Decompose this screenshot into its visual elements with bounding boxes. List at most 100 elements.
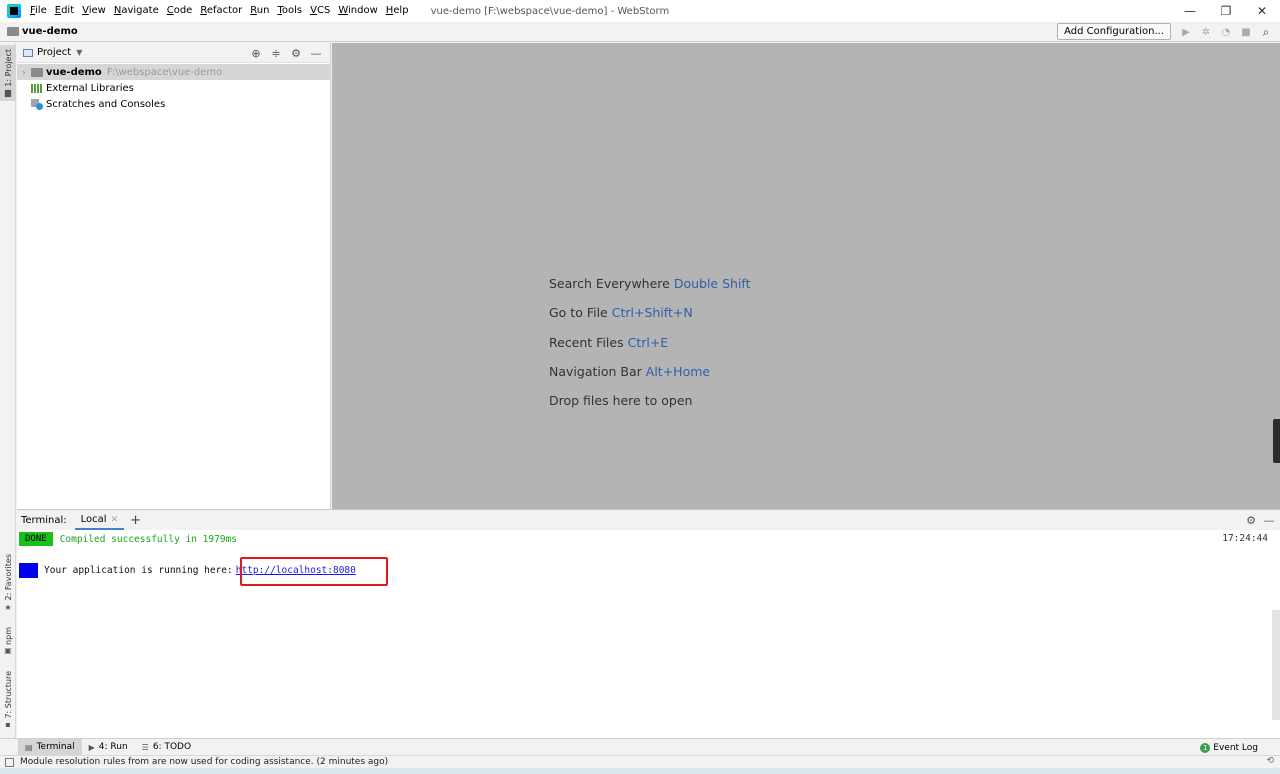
menu-refactor[interactable]: Refactor [200, 0, 242, 22]
close-icon[interactable]: ✕ [111, 515, 119, 525]
chevron-right-icon[interactable]: › [17, 68, 31, 77]
menu-tools[interactable]: Tools [277, 0, 302, 22]
menu-vcs[interactable]: VCS [310, 0, 330, 22]
title-bar: File Edit View Navigate Code Refactor Ru… [0, 0, 1280, 22]
collapse-all-icon[interactable]: ≑ [266, 45, 286, 61]
stop-icon[interactable]: ■ [1236, 22, 1256, 42]
toggle-tool-windows-icon[interactable] [5, 757, 14, 767]
minimize-button[interactable]: — [1172, 0, 1208, 22]
hide-icon[interactable]: — [1260, 512, 1278, 528]
tree-item-label: Scratches and Consoles [46, 98, 166, 110]
info-badge [19, 562, 38, 578]
hint-navigation-bar: Navigation Bar Alt+Home [549, 363, 711, 379]
tab-project-label: 1: Project [3, 48, 13, 87]
gear-icon[interactable]: ⚙ [1242, 512, 1260, 528]
event-log-icon: 1 [1200, 742, 1211, 753]
shortcut: Ctrl+E [627, 334, 669, 350]
navigation-bar: vue-demo Add Configuration... ▶ ✲ ◔ ■ ⌕ [0, 22, 1280, 42]
side-widget-handle[interactable] [1273, 419, 1280, 463]
project-panel: Project ▼ ⊕ ≑ ⚙ — › vue-demo F:\webspace… [17, 43, 331, 509]
terminal-panel: Terminal: Local ✕ + ⚙ — DONE Compiled suc… [17, 509, 1280, 738]
new-tab-plus-icon[interactable]: + [130, 513, 141, 528]
terminal-icon: ▤ [25, 742, 33, 752]
tab-structure-label: 7: Structure [3, 670, 13, 719]
tool-run[interactable]: ▶ 4: Run [82, 739, 135, 756]
status-message[interactable]: Module resolution rules from are now use… [20, 757, 388, 767]
bottom-tool-bar: ▤ Terminal ▶ 4: Run ☰ 6: TODO 1 Event Lo… [0, 738, 1280, 756]
chevron-down-icon[interactable]: ▼ [76, 48, 82, 57]
running-message: Your application is running here: [44, 564, 233, 576]
webstorm-logo-icon [7, 4, 21, 18]
menu-window[interactable]: Window [338, 0, 377, 22]
terminal-header: Terminal: Local ✕ + ⚙ — [17, 510, 1280, 530]
menu-file[interactable]: File [30, 0, 47, 22]
star-icon: ★ [4, 602, 12, 612]
hint-drop-files: Drop files here to open [549, 393, 693, 409]
gear-icon[interactable]: ⚙ [286, 45, 306, 61]
todo-icon: ☰ [141, 742, 149, 752]
menu-navigate[interactable]: Navigate [114, 0, 159, 22]
tab-local-label: Local [80, 514, 107, 525]
compiled-message: Compiled successfully in 1979ms [59, 533, 237, 545]
menu-run[interactable]: Run [250, 0, 269, 22]
tab-favorites-label: 2: Favorites [3, 554, 13, 601]
tool-terminal[interactable]: ▤ Terminal [18, 738, 82, 756]
tree-item-label: vue-demo [46, 66, 102, 78]
tab-npm-label: npm [3, 626, 13, 645]
tree-item-vue-demo[interactable]: › vue-demo F:\webspace\vue-demo [17, 64, 330, 80]
notifications-icon[interactable]: ⟲ [1266, 756, 1274, 766]
folder-icon [7, 27, 19, 36]
menu-edit[interactable]: Edit [55, 0, 74, 22]
shortcut: Alt+Home [645, 363, 711, 379]
project-tree: › vue-demo F:\webspace\vue-demo External… [17, 63, 330, 112]
terminal-tools: ⚙ — [1242, 512, 1278, 528]
add-configuration-button[interactable]: Add Configuration... [1057, 23, 1171, 40]
shortcut: Double Shift [673, 276, 751, 291]
editor-hints: Search Everywhere Double Shift Go to Fil… [549, 275, 751, 421]
project-view-icon [23, 48, 33, 57]
editor-empty-area[interactable]: Search Everywhere Double Shift Go to Fil… [332, 43, 1280, 509]
highlight-annotation [240, 557, 388, 586]
window-controls: — ❐ ✕ [1172, 0, 1280, 22]
compile-time: 17:24:44 [1222, 533, 1268, 544]
coverage-icon[interactable]: ◔ [1216, 22, 1236, 42]
breadcrumb-project[interactable]: vue-demo [22, 26, 78, 37]
search-icon[interactable]: ⌕ [1256, 22, 1276, 42]
left-tool-stripe: 1: Project ▆ 2: Favorites ★ npm ▣ 7: Str… [0, 43, 16, 738]
locate-icon[interactable]: ⊕ [246, 45, 266, 61]
compile-status-line: DONE Compiled successfully in 1979ms [19, 532, 237, 546]
tab-npm[interactable]: npm ▣ [0, 623, 16, 659]
tree-item-external-libraries[interactable]: External Libraries [17, 80, 330, 96]
taskbar-strip [0, 768, 1280, 774]
tab-local[interactable]: Local ✕ [74, 510, 125, 530]
hint-search-everywhere: Search Everywhere Double Shift [549, 276, 751, 291]
project-panel-tools: ⊕ ≑ ⚙ — [246, 45, 326, 61]
tool-run-label: 4: Run [98, 742, 128, 752]
project-panel-header: Project ▼ ⊕ ≑ ⚙ — [17, 43, 330, 63]
tab-structure[interactable]: 7: Structure ▪ [0, 669, 16, 731]
project-view-selector[interactable]: Project [37, 47, 71, 58]
menu-view[interactable]: View [82, 0, 106, 22]
tool-todo-label: 6: TODO [152, 742, 192, 752]
tab-favorites[interactable]: 2: Favorites ★ [0, 551, 16, 615]
tab-project[interactable]: 1: Project ▆ [0, 45, 16, 101]
folder-icon: ▆ [4, 88, 12, 98]
structure-icon: ▪ [5, 720, 11, 730]
close-button[interactable]: ✕ [1244, 0, 1280, 22]
run-icon[interactable]: ▶ [1176, 22, 1196, 42]
restore-button[interactable]: ❐ [1208, 0, 1244, 22]
menu-code[interactable]: Code [167, 0, 193, 22]
menu-help[interactable]: Help [386, 0, 409, 22]
done-badge: DONE [19, 532, 53, 546]
tool-event-log[interactable]: 1 Event Log [1200, 739, 1258, 756]
hide-icon[interactable]: — [306, 45, 326, 61]
terminal-scrollbar[interactable] [1272, 610, 1280, 720]
tree-item-path: F:\webspace\vue-demo [106, 66, 223, 78]
tool-terminal-label: Terminal [36, 742, 75, 752]
tree-item-scratches[interactable]: Scratches and Consoles [17, 96, 330, 112]
scratches-icon [31, 98, 43, 110]
debug-icon[interactable]: ✲ [1196, 22, 1216, 42]
tool-todo[interactable]: ☰ 6: TODO [135, 739, 198, 756]
status-bar: Module resolution rules from are now use… [0, 755, 1280, 768]
tree-item-label: External Libraries [46, 82, 134, 94]
